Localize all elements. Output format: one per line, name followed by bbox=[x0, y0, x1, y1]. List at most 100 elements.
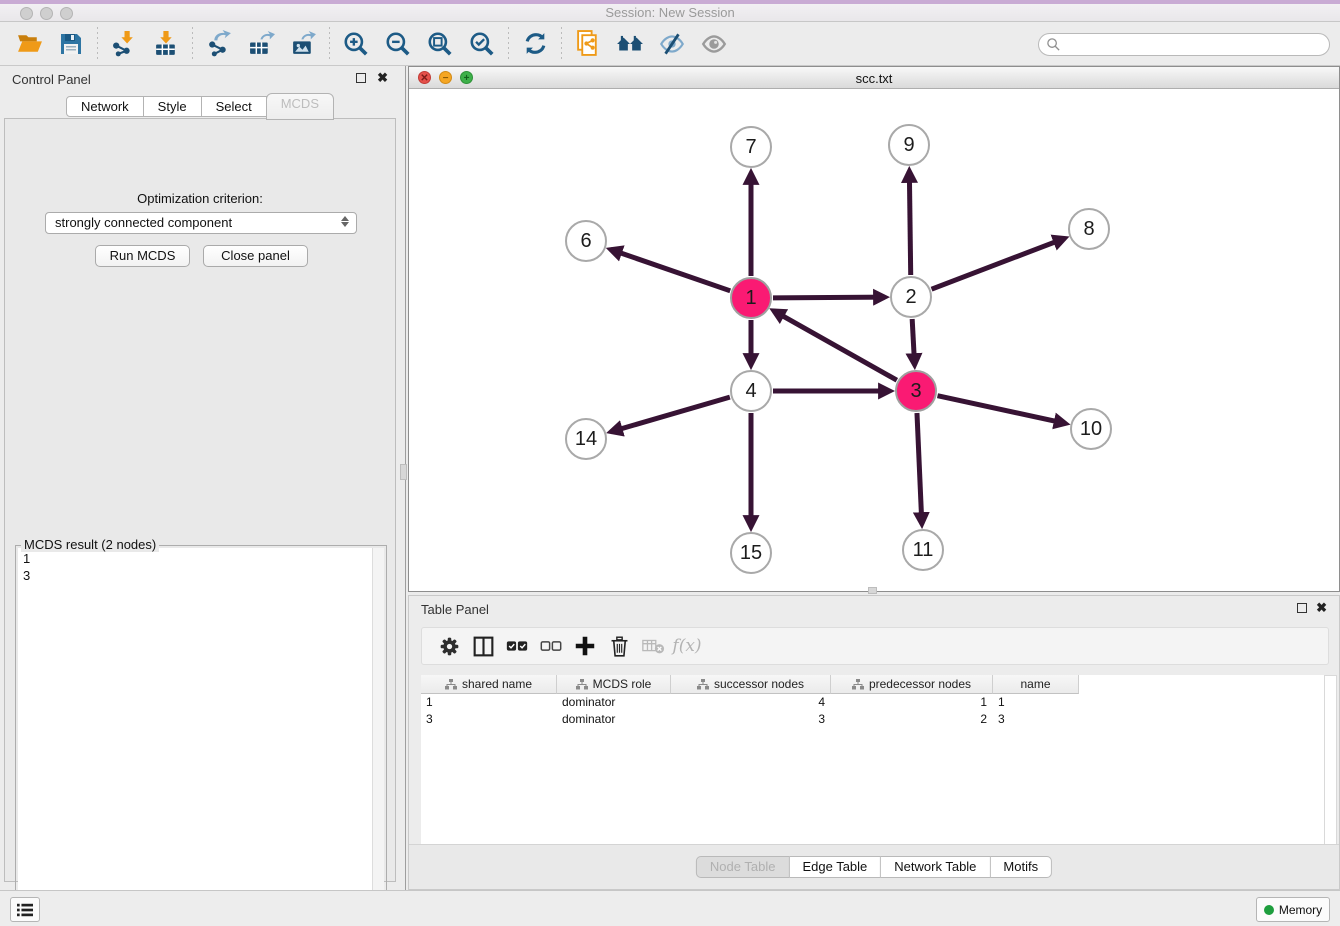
hide-selected-icon[interactable] bbox=[657, 29, 687, 59]
table-cell[interactable]: 1 bbox=[831, 694, 993, 711]
zoom-out-icon[interactable] bbox=[383, 29, 413, 59]
graph-node-10[interactable]: 10 bbox=[1070, 408, 1112, 450]
graph-node-9[interactable]: 9 bbox=[888, 124, 930, 166]
zoom-fit-icon[interactable] bbox=[425, 29, 455, 59]
network-window-titlebar[interactable]: ✕ − + scc.txt bbox=[409, 67, 1339, 89]
tab-motifs[interactable]: Motifs bbox=[990, 856, 1052, 878]
result-scrollbar[interactable] bbox=[372, 548, 384, 926]
table-cell[interactable]: 1 bbox=[421, 694, 557, 711]
table-row[interactable]: 1dominator411 bbox=[421, 694, 1327, 711]
column-header-name[interactable]: name bbox=[993, 675, 1079, 694]
node-table[interactable]: shared nameMCDS rolesuccessor nodesprede… bbox=[421, 675, 1327, 845]
criterion-select[interactable]: strongly connected component bbox=[45, 212, 357, 234]
graph-node-6[interactable]: 6 bbox=[565, 220, 607, 262]
graph-node-3[interactable]: 3 bbox=[895, 370, 937, 412]
new-network-from-selection-icon[interactable] bbox=[573, 29, 603, 59]
table-cell[interactable]: 1 bbox=[993, 694, 1079, 711]
graph-node-2[interactable]: 2 bbox=[890, 276, 932, 318]
column-header-shared-name[interactable]: shared name bbox=[421, 675, 557, 694]
columns-icon[interactable] bbox=[466, 632, 500, 660]
table-cell[interactable]: dominator bbox=[557, 711, 671, 728]
table-cell[interactable]: 4 bbox=[671, 694, 831, 711]
table-scrollbar[interactable] bbox=[1324, 675, 1337, 845]
search-input[interactable] bbox=[1038, 33, 1330, 56]
graph-edge-3-1[interactable] bbox=[774, 311, 897, 380]
import-network-icon[interactable] bbox=[109, 29, 139, 59]
table-cell[interactable]: 3 bbox=[671, 711, 831, 728]
close-panel-button[interactable]: Close panel bbox=[203, 245, 308, 267]
graph-node-14[interactable]: 14 bbox=[565, 418, 607, 460]
network-view-window: ✕ − + scc.txt 7 9 6 8 1 2 4 3 14 10 15 11 bbox=[408, 66, 1340, 592]
table-cell[interactable]: 3 bbox=[993, 711, 1079, 728]
delete-icon[interactable] bbox=[602, 632, 636, 660]
window-title: Session: New Session bbox=[0, 5, 1340, 20]
graph-node-15[interactable]: 15 bbox=[730, 532, 772, 574]
graph-node-8[interactable]: 8 bbox=[1068, 208, 1110, 250]
mcds-result-text[interactable]: 1 3 bbox=[18, 548, 372, 926]
network-window-resize-grip[interactable] bbox=[868, 587, 877, 594]
export-image-icon[interactable] bbox=[288, 29, 318, 59]
close-table-panel-icon[interactable]: ✖ bbox=[1316, 600, 1327, 616]
export-network-icon[interactable] bbox=[204, 29, 234, 59]
zoom-selected-icon[interactable] bbox=[467, 29, 497, 59]
splitter-grip[interactable] bbox=[400, 464, 407, 480]
graph-node-4[interactable]: 4 bbox=[730, 370, 772, 412]
graph-edge-1-6[interactable] bbox=[611, 249, 731, 290]
tab-style[interactable]: Style bbox=[144, 96, 202, 117]
titlebar: Session: New Session bbox=[0, 0, 1340, 22]
export-table-icon[interactable] bbox=[246, 29, 276, 59]
tab-mcds[interactable]: MCDS bbox=[266, 93, 334, 120]
tab-network-table[interactable]: Network Table bbox=[881, 856, 990, 878]
graph-node-7[interactable]: 7 bbox=[730, 126, 772, 168]
tab-node-table[interactable]: Node Table bbox=[696, 856, 790, 878]
table-row[interactable]: 3dominator323 bbox=[421, 711, 1327, 728]
table-header-row: shared nameMCDS rolesuccessor nodesprede… bbox=[421, 675, 1327, 694]
graph-edge-2-9[interactable] bbox=[909, 171, 910, 275]
graph-edge-1-2[interactable] bbox=[773, 297, 885, 298]
deselect-all-icon[interactable] bbox=[534, 632, 568, 660]
float-table-panel-icon[interactable] bbox=[1297, 603, 1307, 613]
table-cell[interactable]: 3 bbox=[421, 711, 557, 728]
float-panel-icon[interactable] bbox=[356, 73, 366, 83]
control-panel-header: Control Panel ✖ bbox=[0, 66, 400, 92]
column-header-mcds-role[interactable]: MCDS role bbox=[557, 675, 671, 694]
table-panel-footer: Node TableEdge TableNetwork TableMotifs bbox=[409, 844, 1339, 889]
network-canvas[interactable]: 7 9 6 8 1 2 4 3 14 10 15 11 bbox=[409, 89, 1339, 591]
table-toolbar: f(x) bbox=[421, 627, 1329, 665]
toolbar-separator bbox=[508, 27, 509, 61]
graph-edge-3-10[interactable] bbox=[937, 396, 1065, 424]
tab-edge-table[interactable]: Edge Table bbox=[789, 856, 881, 878]
graph-node-11[interactable]: 11 bbox=[902, 529, 944, 571]
graph-edge-2-3[interactable] bbox=[912, 319, 914, 365]
search-icon bbox=[1046, 37, 1061, 52]
table-cell[interactable]: 2 bbox=[831, 711, 993, 728]
tab-select[interactable]: Select bbox=[202, 96, 267, 117]
column-header-predecessor-nodes[interactable]: predecessor nodes bbox=[831, 675, 993, 694]
zoom-in-icon[interactable] bbox=[341, 29, 371, 59]
save-session-icon[interactable] bbox=[56, 29, 86, 59]
import-table-icon[interactable] bbox=[151, 29, 181, 59]
graph-edge-2-8[interactable] bbox=[932, 238, 1065, 289]
network-window-title: scc.txt bbox=[409, 71, 1339, 86]
show-all-icon[interactable] bbox=[699, 29, 729, 59]
refresh-layout-icon[interactable] bbox=[520, 29, 550, 59]
add-row-icon[interactable] bbox=[568, 632, 602, 660]
run-mcds-button[interactable]: Run MCDS bbox=[95, 245, 190, 267]
toolbar-separator bbox=[329, 27, 330, 61]
tab-network[interactable]: Network bbox=[66, 96, 144, 117]
graph-node-1[interactable]: 1 bbox=[730, 277, 772, 319]
graph-edge-4-14[interactable] bbox=[611, 397, 730, 432]
graph-edge-3-11[interactable] bbox=[917, 413, 922, 524]
first-neighbors-icon[interactable] bbox=[615, 29, 645, 59]
memory-button[interactable]: Memory bbox=[1256, 897, 1330, 922]
column-header-successor-nodes[interactable]: successor nodes bbox=[671, 675, 831, 694]
panel-splitter[interactable] bbox=[400, 66, 408, 890]
control-panel-tabs: NetworkStyleSelectMCDS bbox=[0, 96, 400, 120]
open-file-icon[interactable] bbox=[14, 29, 44, 59]
control-panel-title: Control Panel bbox=[12, 72, 91, 87]
select-all-icon[interactable] bbox=[500, 632, 534, 660]
show-panels-button[interactable] bbox=[10, 897, 40, 922]
gear-icon[interactable] bbox=[432, 632, 466, 660]
close-panel-icon[interactable]: ✖ bbox=[377, 70, 388, 86]
table-cell[interactable]: dominator bbox=[557, 694, 671, 711]
